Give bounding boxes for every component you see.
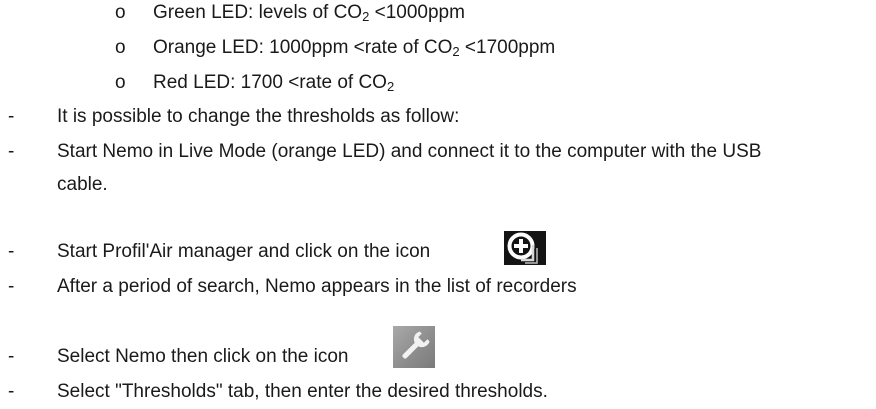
step-dash: - xyxy=(8,241,15,262)
step-dash: - xyxy=(8,141,15,162)
red-led-level: Red LED: 1700 <rate of CO2 xyxy=(153,72,395,94)
green-led-level: Green LED: levels of CO2 <1000ppm xyxy=(153,2,465,24)
step-dash: - xyxy=(8,106,15,127)
step-start-live-mode: Start Nemo in Live Mode (orange LED) and… xyxy=(57,141,762,162)
step-dash: - xyxy=(8,346,15,367)
wrench-settings-icon xyxy=(393,326,435,368)
step-select-nemo: Select Nemo then click on the icon xyxy=(57,346,349,367)
step-dash: - xyxy=(8,381,15,402)
step-select-thresholds-tab: Select "Thresholds" tab, then enter the … xyxy=(57,381,548,402)
step-change-thresholds: It is possible to change the thresholds … xyxy=(57,106,460,127)
level-bullet: o xyxy=(115,2,126,23)
step-start-live-mode-cont: cable. xyxy=(57,174,108,195)
level-bullet: o xyxy=(115,37,126,58)
step-start-manager: Start Profil'Air manager and click on th… xyxy=(57,241,431,262)
level-bullet: o xyxy=(115,72,126,93)
step-dash: - xyxy=(8,276,15,297)
step-after-search: After a period of search, Nemo appears i… xyxy=(57,276,577,297)
orange-led-level: Orange LED: 1000ppm <rate of CO2 <1700pp… xyxy=(153,37,556,59)
add-recorder-icon xyxy=(504,231,546,265)
